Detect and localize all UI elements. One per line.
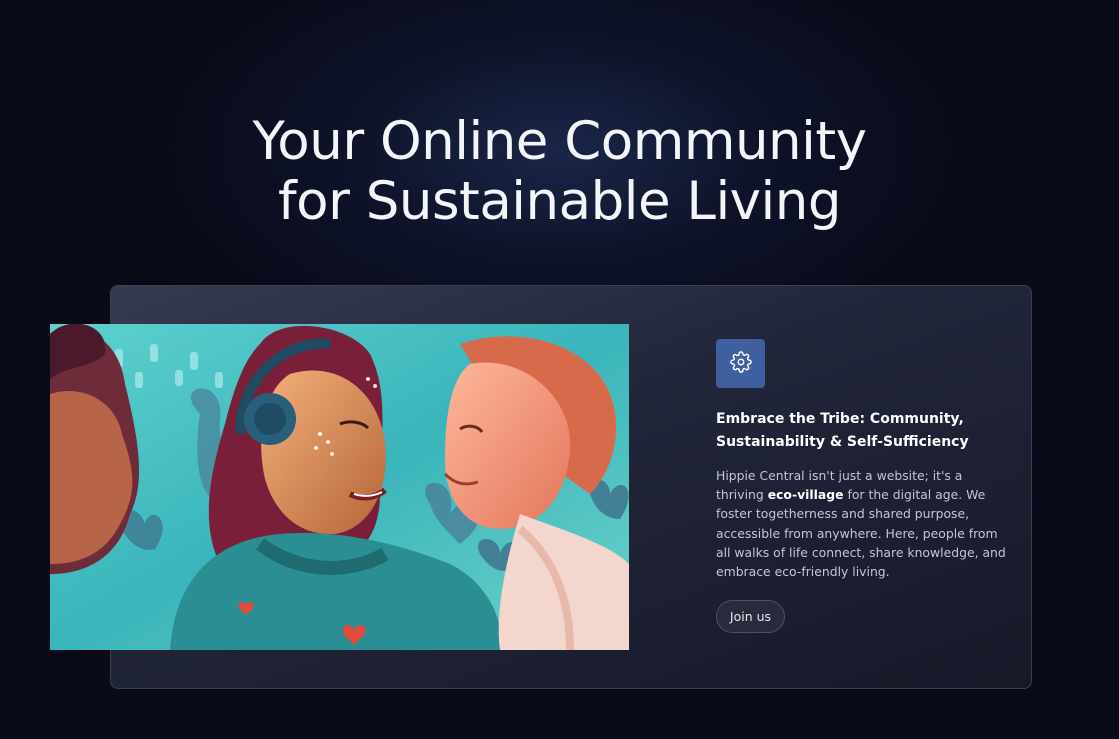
community-illustration: [50, 324, 629, 650]
gear-icon-box: [716, 339, 765, 388]
hero-title-line-1: Your Online Community: [252, 111, 867, 172]
feature-title: Embrace the Tribe: Community, Sustainabi…: [716, 408, 976, 454]
join-us-button[interactable]: Join us: [716, 600, 785, 633]
feature-description: Hippie Central isn't just a website; it'…: [716, 466, 1012, 581]
feature-title-line-2: Sustainability & Self-Sufficiency: [716, 434, 969, 450]
feature-description-highlight: eco-village: [767, 487, 844, 503]
hero-title: Your Online Community for Sustainable Li…: [0, 112, 1119, 232]
hero-title-line-2: for Sustainable Living: [277, 171, 842, 232]
gear-icon: [729, 350, 752, 377]
feature-title-line-1: Embrace the Tribe: Community,: [716, 411, 964, 427]
